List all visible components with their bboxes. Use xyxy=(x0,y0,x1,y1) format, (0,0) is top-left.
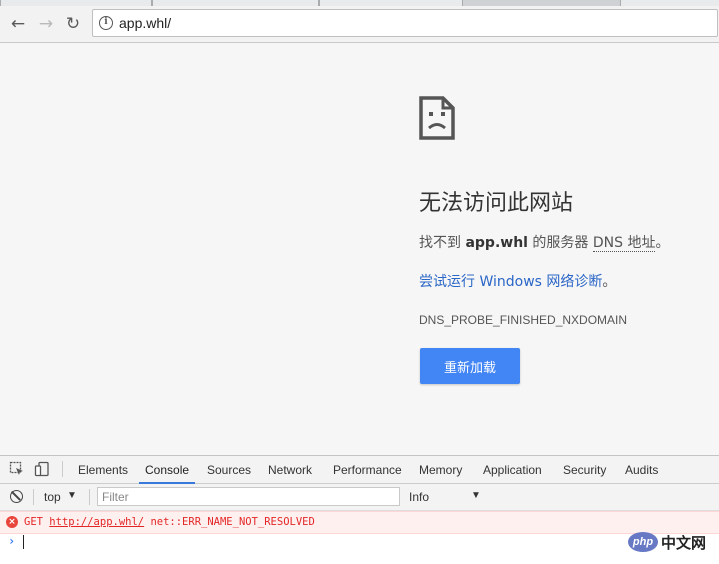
forward-icon: → xyxy=(38,14,54,34)
context-selector[interactable]: top ▼ xyxy=(44,490,77,504)
diagnostics-link[interactable]: 尝试运行 Windows 网络诊断 xyxy=(419,274,602,290)
tab-application[interactable]: Application xyxy=(483,463,542,477)
reload-page-button[interactable]: 重新加载 xyxy=(420,348,520,384)
tab-performance[interactable]: Performance xyxy=(333,463,402,477)
reload-button[interactable]: ↻ xyxy=(61,12,85,36)
devtools-tabbar: Elements Console Sources Network Perform… xyxy=(0,456,719,484)
info-icon[interactable]: i xyxy=(99,16,113,30)
diagnostics-suffix: 。 xyxy=(602,274,617,290)
watermark: php 中文网 xyxy=(628,531,706,553)
tab-network[interactable]: Network xyxy=(268,463,312,477)
error-desc-prefix: 找不到 xyxy=(419,235,466,251)
chevron-down-icon[interactable]: ▼ xyxy=(471,490,481,501)
watermark-text: 中文网 xyxy=(661,533,707,552)
error-title: 无法访问此网站 xyxy=(419,191,574,216)
request-url-link[interactable]: http://app.whl/ xyxy=(49,516,144,528)
device-toolbar-icon[interactable] xyxy=(34,461,50,477)
forward-button[interactable]: → xyxy=(34,12,58,36)
toolbar-divider xyxy=(62,461,63,477)
dns-address-term: DNS 地址 xyxy=(592,235,656,252)
filter-input[interactable]: Filter xyxy=(97,487,400,506)
console-input[interactable]: › xyxy=(0,533,719,553)
error-code: DNS_PROBE_FINISHED_NXDOMAIN xyxy=(419,313,628,327)
clear-console-icon[interactable] xyxy=(10,490,23,503)
sad-document-icon xyxy=(419,96,455,140)
diagnostics-line: 尝试运行 Windows 网络诊断。 xyxy=(419,271,616,291)
error-page: 无法访问此网站 找不到 app.whl 的服务器 DNS 地址。 尝试运行 Wi… xyxy=(0,43,719,454)
devtools-panel: Elements Console Sources Network Perform… xyxy=(0,455,719,564)
error-icon: × xyxy=(6,516,18,528)
tab-elements[interactable]: Elements xyxy=(78,463,128,477)
back-button[interactable]: ← xyxy=(6,12,30,36)
error-description: 找不到 app.whl 的服务器 DNS 地址。 xyxy=(419,232,669,252)
chevron-down-icon: ▼ xyxy=(67,490,77,501)
console-error-row: × GET http://app.whl/ net::ERR_NAME_NOT_… xyxy=(0,511,719,534)
tab-memory[interactable]: Memory xyxy=(419,463,462,477)
tab-security[interactable]: Security xyxy=(563,463,606,477)
text-cursor xyxy=(23,535,24,549)
console-filter-bar: top ▼ Filter Info ▼ xyxy=(0,484,719,511)
filter-divider xyxy=(89,489,90,505)
tab-sources[interactable]: Sources xyxy=(207,463,251,477)
tab-console[interactable]: Console xyxy=(138,463,196,484)
prompt-caret-icon: › xyxy=(8,534,16,548)
tab-audits[interactable]: Audits xyxy=(625,463,658,477)
back-icon: ← xyxy=(10,14,26,34)
error-host: app.whl xyxy=(465,235,528,251)
php-logo: php xyxy=(628,532,658,552)
console-error-message: GET http://app.whl/ net::ERR_NAME_NOT_RE… xyxy=(24,516,315,528)
url-text[interactable]: app.whl/ xyxy=(119,15,171,31)
error-desc-suffix: 。 xyxy=(655,235,670,251)
filter-divider xyxy=(33,489,34,505)
inspect-element-icon[interactable] xyxy=(9,461,25,477)
context-value: top xyxy=(44,490,61,504)
error-desc-middle: 的服务器 xyxy=(527,235,593,251)
request-method: GET xyxy=(24,516,43,528)
log-level-select[interactable]: Info xyxy=(409,490,429,504)
address-bar[interactable]: i app.whl/ xyxy=(92,9,718,37)
browser-toolbar: ← → ↻ i app.whl/ xyxy=(0,6,719,43)
error-message: net::ERR_NAME_NOT_RESOLVED xyxy=(150,516,315,528)
reload-icon: ↻ xyxy=(65,14,81,34)
